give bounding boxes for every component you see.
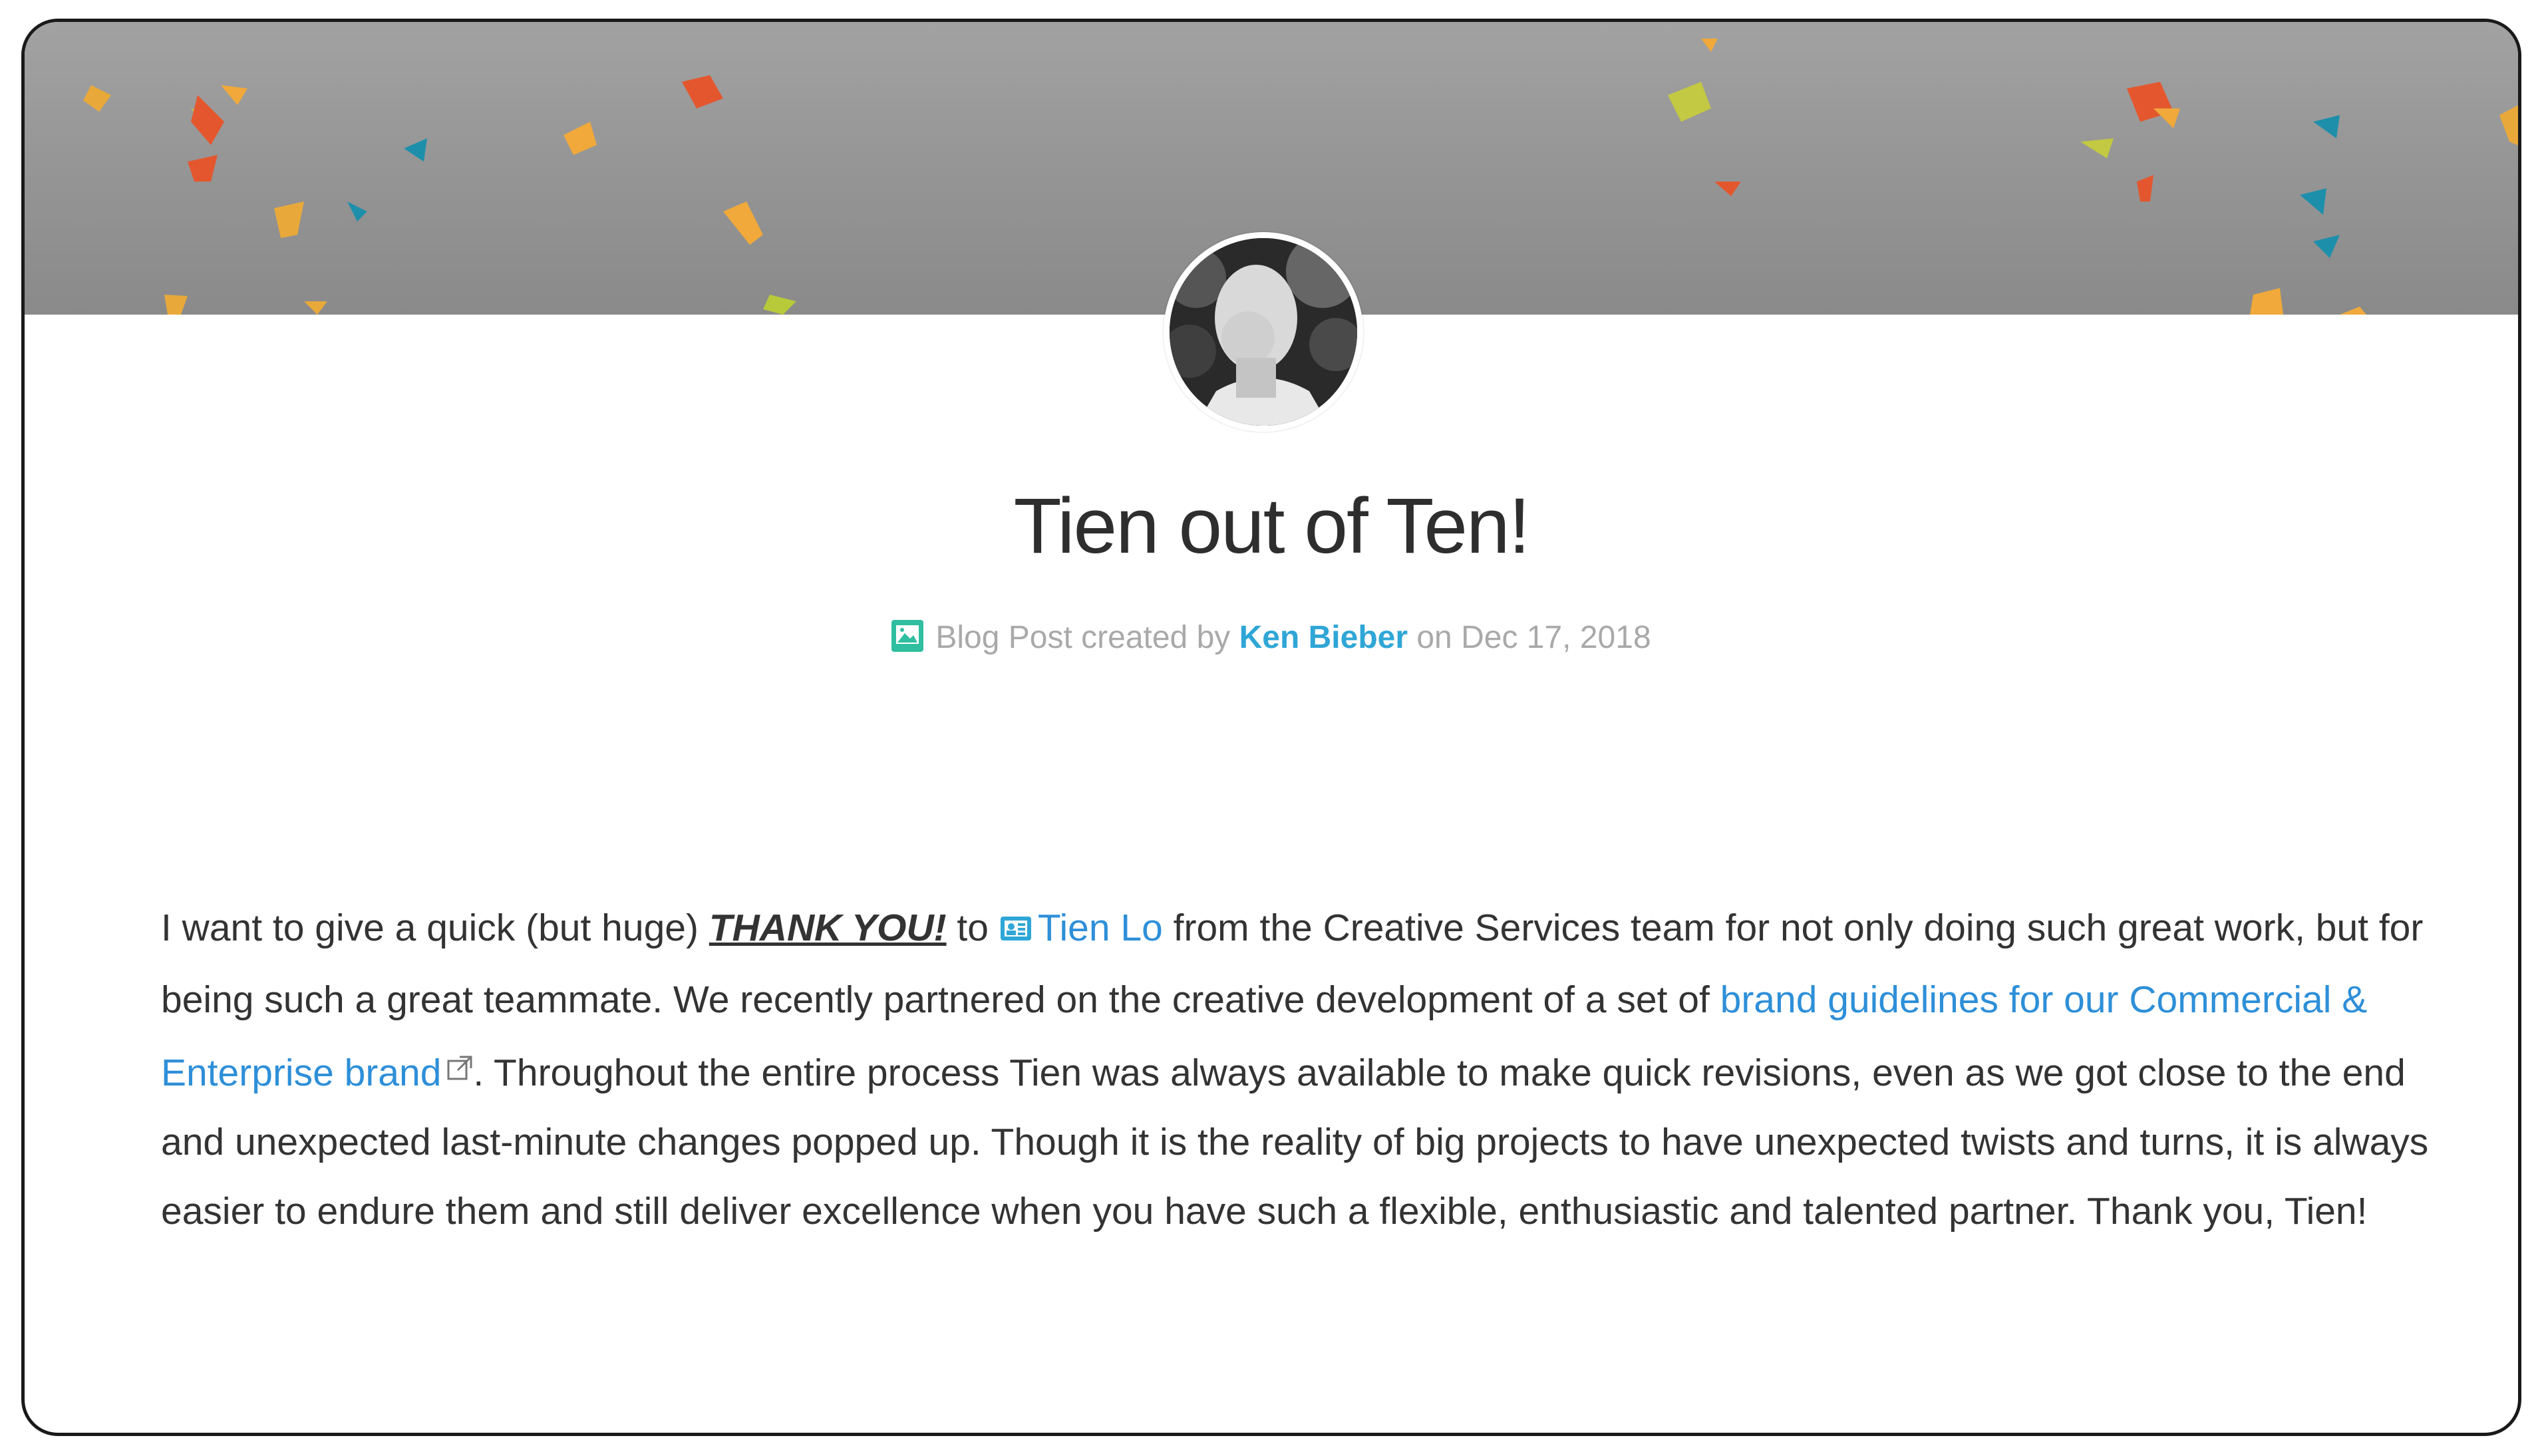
post-date: Dec 17, 2018 [1461,620,1651,655]
post-meta: Blog Post created by Ken Bieber on Dec 1… [25,619,2518,660]
meta-prefix: Blog Post created by [935,620,1231,655]
blog-post-card: Tien out of Ten! Blog Post created by Ke… [21,19,2521,1436]
profile-photo-image [1170,238,1357,426]
author-avatar[interactable] [1164,232,1363,432]
body-intro: I want to give a quick (but huge) [161,907,709,949]
avatar-photo [1170,238,1357,426]
external-link-icon [446,1034,473,1103]
post-title: Tien out of Ten! [1013,482,1531,570]
author-link[interactable]: Ken Bieber [1239,620,1408,655]
body-to: to [946,907,999,949]
thank-you-emphasis: THANK YOU! [709,907,947,949]
body-end: . Throughout the entire process Tien was… [161,1052,2429,1233]
mention-label: Tien Lo [1037,907,1163,949]
meta-on: on [1416,620,1452,655]
mention-tien-lo[interactable]: Tien Lo [999,907,1163,949]
blog-post-icon [891,620,924,660]
user-mention-icon [999,896,1033,965]
screenshot-page: Tien out of Ten! Blog Post created by Ke… [0,0,2542,1456]
post-body: I want to give a quick (but huge) THANK … [161,893,2436,1246]
